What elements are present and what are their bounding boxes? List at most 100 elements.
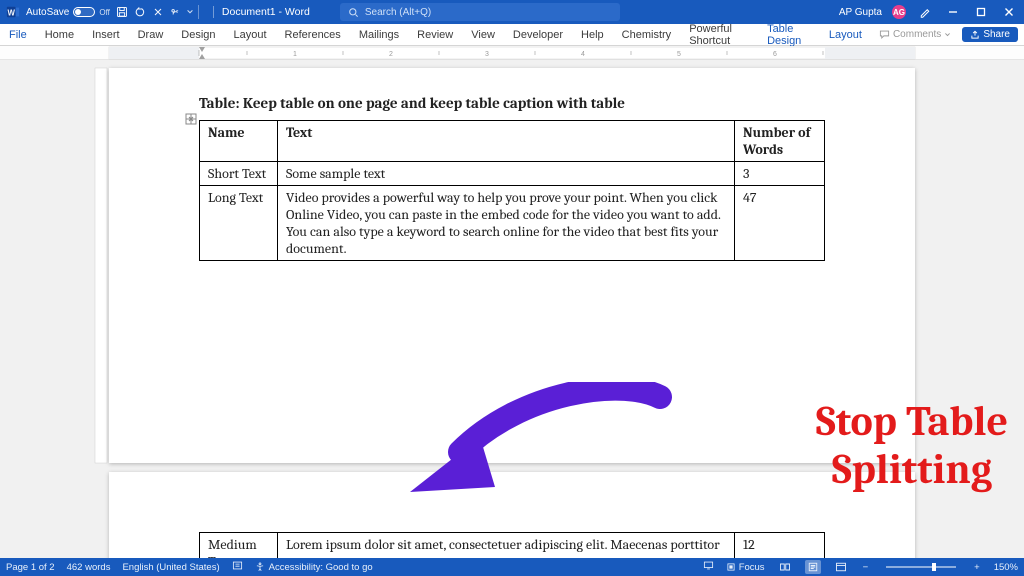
autosave-state: Off <box>99 8 110 17</box>
cell-num[interactable]: 12 <box>735 533 825 559</box>
print-layout-icon[interactable] <box>805 560 821 574</box>
zoom-out-button[interactable]: − <box>861 562 871 573</box>
focus-label: Focus <box>739 562 765 573</box>
focus-button[interactable]: Focus <box>726 562 765 573</box>
autosave-toggle[interactable]: AutoSave Off <box>26 7 110 18</box>
redo-cancel-icon[interactable] <box>152 6 164 18</box>
search-icon <box>348 7 359 18</box>
horizontal-ruler[interactable]: 1 2 3 4 5 6 <box>0 46 1024 60</box>
header-text[interactable]: Text <box>278 121 735 162</box>
cell-name[interactable]: Short Text <box>200 162 278 186</box>
table-row: Short Text Some sample text 3 <box>200 162 825 186</box>
avatar-initials: AG <box>893 8 905 17</box>
share-label: Share <box>983 29 1010 40</box>
header-number[interactable]: Number of Words <box>735 121 825 162</box>
accessibility-icon <box>255 562 265 572</box>
maximize-button[interactable] <box>972 3 990 21</box>
avatar[interactable]: AG <box>892 5 906 19</box>
status-bar: Page 1 of 2 462 words English (United St… <box>0 558 1024 576</box>
cell-text[interactable]: Lorem ipsum dolor sit amet, consectetuer… <box>278 533 735 559</box>
divider <box>198 5 199 19</box>
chevron-down-icon <box>944 31 951 38</box>
header-name[interactable]: Name <box>200 121 278 162</box>
zoom-in-button[interactable]: + <box>972 562 982 573</box>
cell-name[interactable]: Medium Text <box>200 533 278 559</box>
read-mode-icon[interactable] <box>777 560 793 574</box>
zoom-thumb[interactable] <box>932 563 936 571</box>
status-language[interactable]: English (United States) <box>122 562 219 573</box>
tab-home[interactable]: Home <box>36 24 83 45</box>
annotation-line1: Stop Table <box>816 398 1008 446</box>
tab-layout[interactable]: Layout <box>225 24 276 45</box>
close-button[interactable] <box>1000 3 1018 21</box>
ribbon-tabs: File Home Insert Draw Design Layout Refe… <box>0 24 1024 46</box>
tab-references[interactable]: References <box>276 24 350 45</box>
undo-icon[interactable] <box>134 6 146 18</box>
save-icon[interactable] <box>116 6 128 18</box>
autosave-label: AutoSave <box>26 7 69 18</box>
tab-insert[interactable]: Insert <box>83 24 129 45</box>
search-input[interactable]: Search (Alt+Q) <box>340 3 620 21</box>
svg-text:W: W <box>8 9 16 18</box>
zoom-slider[interactable] <box>886 566 956 568</box>
svg-text:3: 3 <box>485 51 489 58</box>
tab-table-design[interactable]: Table Design <box>758 24 820 45</box>
cell-name[interactable]: Long Text <box>200 186 278 261</box>
qat-dropdown-icon[interactable] <box>170 7 180 17</box>
document-canvas[interactable]: Table: Keep table on one page and keep t… <box>0 60 1024 558</box>
toggle-off-icon <box>73 7 95 17</box>
minimize-button[interactable] <box>944 3 962 21</box>
table-row: Medium Text Lorem ipsum dolor sit amet, … <box>200 533 825 559</box>
document-title: Document1 - Word <box>213 6 310 18</box>
svg-text:2: 2 <box>389 51 393 58</box>
tab-help[interactable]: Help <box>572 24 613 45</box>
svg-text:5: 5 <box>677 51 681 58</box>
annotation-arrow-icon <box>400 382 680 527</box>
svg-text:4: 4 <box>581 51 585 58</box>
share-button[interactable]: Share <box>962 27 1018 42</box>
cell-text[interactable]: Video provides a powerful way to help yo… <box>278 186 735 261</box>
share-icon <box>970 30 980 40</box>
svg-text:6: 6 <box>773 51 777 58</box>
tab-chemistry[interactable]: Chemistry <box>613 24 681 45</box>
cell-num[interactable]: 47 <box>735 186 825 261</box>
table-header-row: Name Text Number of Words <box>200 121 825 162</box>
title-bar: W AutoSave Off Document1 <box>0 0 1024 24</box>
web-layout-icon[interactable] <box>833 560 849 574</box>
status-macros-icon[interactable] <box>232 560 243 574</box>
pen-icon[interactable] <box>916 3 934 21</box>
cell-num[interactable]: 3 <box>735 162 825 186</box>
cell-text[interactable]: Some sample text <box>278 162 735 186</box>
vertical-ruler[interactable] <box>94 60 108 558</box>
tab-powerful-shortcut[interactable]: Powerful Shortcut <box>680 24 758 45</box>
annotation-text: Stop Table Splitting <box>816 398 1008 495</box>
tab-view[interactable]: View <box>462 24 504 45</box>
table-caption[interactable]: Table: Keep table on one page and keep t… <box>199 94 825 112</box>
tab-file[interactable]: File <box>0 24 36 45</box>
tab-developer[interactable]: Developer <box>504 24 572 45</box>
document-table[interactable]: Name Text Number of Words Short Text Som… <box>199 120 825 261</box>
tab-draw[interactable]: Draw <box>129 24 173 45</box>
comment-icon <box>879 29 890 40</box>
chevron-down-icon[interactable] <box>186 8 194 16</box>
table-anchor-icon[interactable] <box>185 113 197 128</box>
comments-label: Comments <box>893 29 941 40</box>
focus-icon <box>726 562 736 572</box>
annotation-line2: Splitting <box>816 446 1008 494</box>
tab-design[interactable]: Design <box>172 24 224 45</box>
tab-mailings[interactable]: Mailings <box>350 24 408 45</box>
status-accessibility[interactable]: Accessibility: Good to go <box>255 562 373 573</box>
word-app-icon: W <box>6 5 20 19</box>
zoom-level[interactable]: 150% <box>994 562 1018 573</box>
svg-text:1: 1 <box>293 51 297 58</box>
table-row: Long Text Video provides a powerful way … <box>200 186 825 261</box>
tab-review[interactable]: Review <box>408 24 462 45</box>
user-name[interactable]: AP Gupta <box>839 7 882 18</box>
status-page[interactable]: Page 1 of 2 <box>6 562 55 573</box>
status-words[interactable]: 462 words <box>67 562 111 573</box>
status-display-settings-icon[interactable] <box>703 560 714 574</box>
accessibility-label: Accessibility: Good to go <box>269 562 373 573</box>
tab-table-layout[interactable]: Layout <box>820 24 871 45</box>
comments-button[interactable]: Comments <box>871 24 959 45</box>
document-table-continued[interactable]: Medium Text Lorem ipsum dolor sit amet, … <box>199 532 825 558</box>
